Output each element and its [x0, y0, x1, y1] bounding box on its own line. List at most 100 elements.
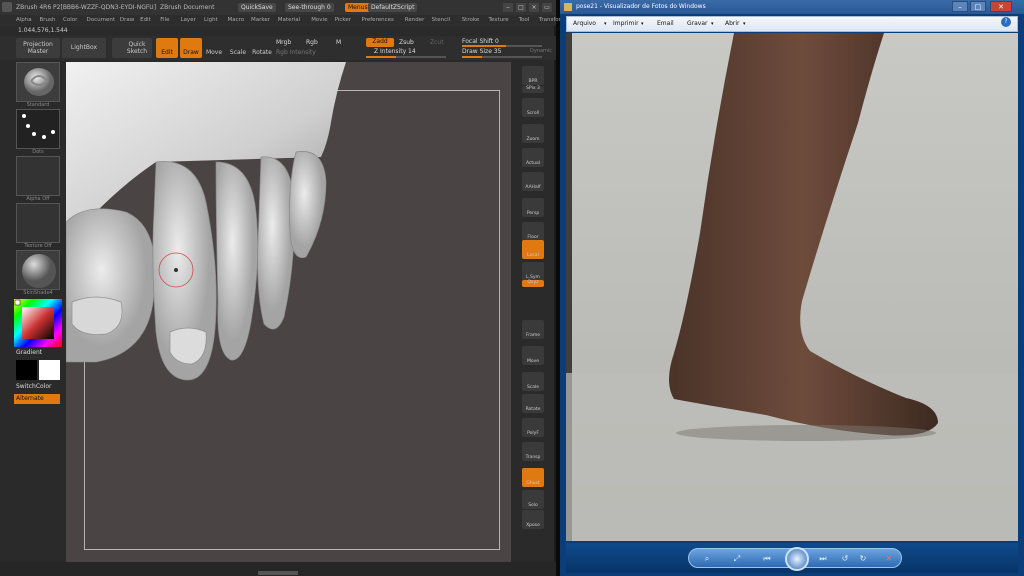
rgb-intensity-slider[interactable]: Rgb Intensity [276, 49, 316, 56]
rgb-button[interactable]: Rgb [306, 39, 318, 46]
scale-button[interactable]: Scale [228, 38, 248, 58]
previous-icon[interactable]: ⏮ [761, 553, 773, 564]
zoom-icon[interactable]: ⌕ [701, 553, 713, 564]
m-button[interactable]: M [336, 39, 341, 46]
viewer-maximize-icon[interactable]: □ [970, 1, 986, 12]
next-icon[interactable]: ⏭ [817, 553, 829, 564]
color-picker[interactable] [14, 299, 62, 347]
secondary-color-swatch[interactable] [39, 360, 60, 380]
foot-model[interactable] [66, 62, 511, 562]
zbrush-menu-item[interactable]: Edit [140, 15, 151, 26]
texture-thumbnail[interactable] [16, 203, 60, 243]
restore-icon[interactable]: ▭ [542, 3, 552, 12]
zadd-button[interactable]: Zadd [366, 38, 394, 47]
material-thumbnail[interactable] [16, 250, 60, 290]
actual-label: Actual [525, 161, 541, 166]
coordinates-readout: 1.044,576,1.544 [18, 27, 68, 34]
stroke-thumbnail[interactable] [16, 109, 60, 149]
zbrush-menu-item[interactable]: Light [204, 15, 218, 26]
quicksave-button[interactable]: QuickSave [238, 3, 276, 12]
zbrush-menu-item[interactable]: Document [87, 15, 116, 26]
alpha-thumbnail[interactable] [16, 156, 60, 196]
zsub-button[interactable]: Zsub [399, 39, 414, 46]
see-through-slider[interactable]: See-through 0 [285, 3, 334, 12]
lightbox-button[interactable]: LightBox [62, 38, 106, 58]
arquivo-chevron-down-icon[interactable]: ▾ [604, 17, 607, 31]
solo-label: Solo [528, 503, 538, 508]
zbrush-menu-item[interactable]: Color [63, 15, 77, 26]
minimize-icon[interactable]: ‒ [503, 3, 513, 12]
top-shelf: Projection Master LightBox Quick Sketch … [0, 36, 556, 60]
imprimir-chevron-down-icon[interactable]: ▾ [641, 17, 644, 31]
delete-icon[interactable]: ✕ [883, 553, 895, 564]
zbrush-menu-item[interactable]: File [160, 15, 169, 26]
z-intensity-track[interactable] [366, 56, 446, 58]
photo-image [566, 33, 1018, 541]
menu-arquivo[interactable]: Arquivo [573, 17, 596, 31]
viewer-minimize-icon[interactable]: – [952, 1, 968, 12]
projection-master-button[interactable]: Projection Master [16, 38, 60, 58]
zbrush-menu-item[interactable]: Tool [519, 15, 530, 26]
draw-size-track[interactable] [462, 56, 542, 58]
menus-button[interactable]: Menus [345, 3, 371, 12]
rotate-right-icon[interactable]: ↻ [857, 553, 869, 564]
menu-imprimir[interactable]: Imprimir [613, 17, 639, 31]
viewer-close-icon[interactable]: ✕ [990, 1, 1012, 12]
zbrush-menu-item[interactable]: Draw [120, 15, 134, 26]
bpr-label: BPR [528, 79, 538, 84]
abrir-chevron-down-icon[interactable]: ▾ [743, 17, 746, 31]
alternate-button[interactable]: Alternate [14, 394, 60, 404]
zoom-label: Zoom [526, 137, 540, 142]
zbrush-menu-item[interactable]: Layer [181, 15, 196, 26]
zbrush-menu-item[interactable]: Macro [228, 15, 245, 26]
zcut-button[interactable]: Zcut [430, 39, 444, 46]
zbrush-menu-item[interactable]: Stroke [462, 15, 480, 26]
zbrush-menu-item[interactable]: Picker [335, 15, 351, 26]
dynamic-button[interactable]: Dynamic [530, 48, 552, 54]
edit-button[interactable]: Edit [156, 38, 178, 58]
zbrush-menu-item[interactable]: Movie [311, 15, 327, 26]
move-button[interactable]: Move [204, 38, 224, 58]
gradient-button[interactable]: Gradient [16, 349, 42, 356]
alpha-label: Alpha Off [26, 196, 50, 202]
focal-shift-track[interactable] [462, 45, 542, 47]
zbrush-menu-item[interactable]: Brush [40, 15, 56, 26]
main-color-swatch[interactable] [16, 360, 37, 380]
close-icon[interactable]: × [529, 3, 539, 12]
z-intensity-slider[interactable]: Z Intensity 14 [374, 48, 416, 55]
gravar-chevron-down-icon[interactable]: ▾ [711, 17, 714, 31]
maximize-icon[interactable]: □ [516, 3, 526, 12]
menu-abrir[interactable]: Abrir [725, 17, 740, 31]
qxyz-label: Qxyz [527, 280, 539, 285]
slideshow-button-icon[interactable] [785, 547, 809, 571]
zbrush-menu-item[interactable]: Preferences [362, 15, 394, 26]
dots-stroke-icon [22, 114, 55, 139]
rotate-button[interactable]: Rotate [252, 38, 272, 58]
mrgb-button[interactable]: Mrgb [276, 39, 291, 46]
scale-label: Scale [526, 385, 540, 390]
zbrush-menu-item[interactable]: Alpha [16, 15, 32, 26]
brush-thumbnail[interactable] [16, 62, 60, 102]
zbrush-menu-item[interactable]: Material [278, 15, 300, 26]
zbrush-menu-item[interactable]: Texture [489, 15, 509, 26]
zbrush-title: ZBrush 4R6 P2[BBB6-WZZF-QDN3-EYDI-NGFU] [16, 4, 157, 11]
menu-gravar[interactable]: Gravar [687, 17, 708, 31]
menu-email[interactable]: Email [657, 17, 674, 31]
draw-button[interactable]: Draw [180, 38, 202, 58]
quick-sketch-button[interactable]: Quick Sketch [112, 38, 152, 58]
texture-label: Texture Off [24, 243, 52, 249]
focal-shift-slider[interactable]: Focal Shift 0 [462, 38, 499, 45]
rotate-left-icon[interactable]: ↺ [839, 553, 851, 564]
zbrush-menu-item[interactable]: Render [405, 15, 425, 26]
document-canvas[interactable] [66, 62, 511, 562]
zbrush-menu-item[interactable]: Stencil [432, 15, 451, 26]
document-title: ZBrush Document [160, 4, 215, 11]
zbrush-menu-item[interactable]: Marker [251, 15, 270, 26]
switch-color-button[interactable]: SwitchColor [16, 383, 52, 390]
tray-handle[interactable] [258, 571, 298, 575]
default-zscript-button[interactable]: DefaultZScript [368, 3, 418, 12]
help-icon[interactable]: ? [1001, 17, 1011, 27]
viewer-menubar: Arquivo ▾ Imprimir ▾ Email Gravar ▾ Abri… [566, 16, 1018, 32]
actual-size-icon[interactable]: ⤢ [731, 553, 743, 564]
draw-size-slider[interactable]: Draw Size 35 [462, 48, 501, 55]
